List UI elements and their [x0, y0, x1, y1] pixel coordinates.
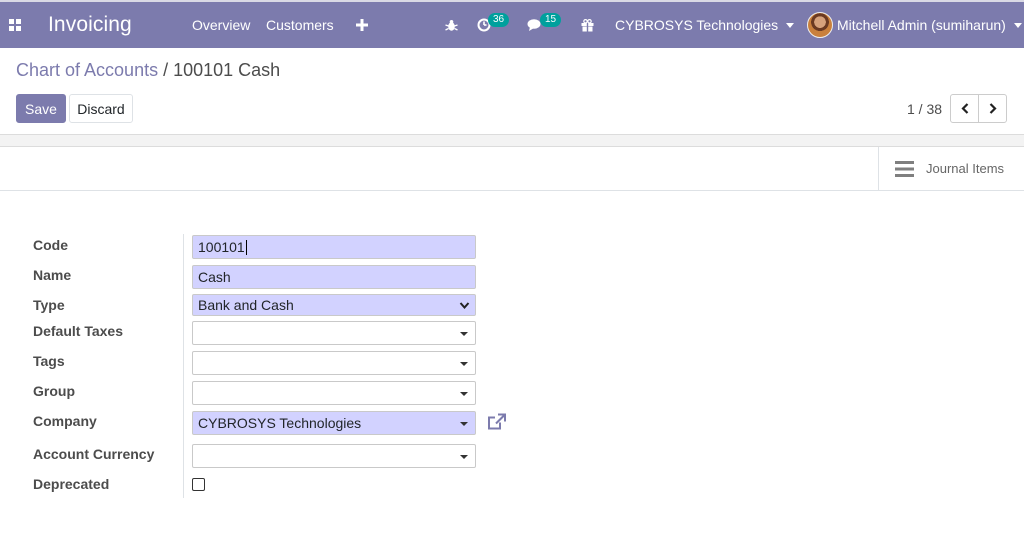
save-button[interactable]: Save [16, 94, 66, 123]
app-title[interactable]: Invoicing [48, 2, 132, 48]
tags-label: Tags [33, 353, 65, 369]
dropdown-caret-icon [460, 392, 468, 396]
type-label: Type [33, 297, 65, 313]
external-link-icon[interactable] [487, 413, 507, 431]
user-menu[interactable]: Mitchell Admin (sumiharun) [837, 2, 1022, 48]
group-field[interactable] [192, 381, 476, 405]
chevron-down-icon [786, 22, 795, 28]
journal-items-label: Journal Items [926, 161, 1005, 176]
tags-field[interactable] [192, 351, 476, 375]
user-name: Mitchell Admin (sumiharun) [837, 17, 1006, 33]
account-currency-field[interactable] [192, 444, 476, 468]
company-name: CYBROSYS Technologies [615, 17, 779, 33]
company-value: CYBROSYS Technologies [198, 415, 362, 431]
breadcrumb: Chart of Accounts/100101 Cash [16, 60, 280, 81]
chevron-left-icon [960, 103, 968, 114]
list-icon [895, 160, 914, 177]
account-currency-label: Account Currency [33, 446, 155, 462]
pager-next-button[interactable] [978, 94, 1007, 123]
activity-count-badge: 36 [488, 13, 510, 27]
breadcrumb-separator: / [163, 60, 169, 80]
user-avatar[interactable] [807, 12, 833, 38]
chevron-down-icon [1013, 22, 1022, 28]
discard-button[interactable]: Discard [69, 94, 133, 123]
deprecated-checkbox[interactable] [192, 478, 205, 491]
menu-customers[interactable]: Customers [266, 2, 334, 48]
dropdown-caret-icon [460, 422, 468, 426]
name-field[interactable]: Cash [192, 265, 476, 289]
smart-button-box: Journal Items [0, 147, 1024, 191]
apps-menu-icon[interactable] [9, 2, 25, 48]
menu-overview[interactable]: Overview [192, 2, 250, 48]
company-field[interactable]: CYBROSYS Technologies [192, 411, 476, 435]
form-statusbar [0, 134, 1024, 147]
company-label: Company [33, 413, 97, 429]
dropdown-caret-icon [460, 332, 468, 336]
breadcrumb-parent[interactable]: Chart of Accounts [16, 60, 158, 80]
type-select[interactable]: Bank and Cash [192, 294, 476, 316]
group-label: Group [33, 383, 75, 399]
code-field[interactable]: 100101 [192, 235, 476, 259]
code-label: Code [33, 237, 68, 253]
breadcrumb-current: 100101 Cash [173, 60, 281, 80]
default-taxes-label: Default Taxes [33, 323, 123, 339]
text-cursor [245, 239, 247, 255]
top-navbar: Invoicing Overview Customers 36 15 CYBRO… [0, 0, 1024, 48]
plus-icon[interactable] [356, 2, 368, 48]
pager-value[interactable]: 1 / 38 [907, 101, 942, 117]
chevron-right-icon [989, 103, 997, 114]
deprecated-label: Deprecated [33, 476, 110, 492]
pager-previous-button[interactable] [950, 94, 979, 123]
journal-items-button[interactable]: Journal Items [878, 147, 1024, 190]
company-switcher[interactable]: CYBROSYS Technologies [615, 2, 795, 48]
messages-count-badge: 15 [540, 13, 562, 27]
dropdown-caret-icon [460, 362, 468, 366]
default-taxes-field[interactable] [192, 321, 476, 345]
chat-icon[interactable] [527, 2, 543, 48]
bug-icon[interactable] [445, 2, 458, 48]
type-value: Bank and Cash [198, 297, 294, 313]
name-value: Cash [198, 269, 231, 285]
name-label: Name [33, 267, 72, 283]
gift-icon[interactable] [581, 2, 594, 48]
chevron-down-icon [459, 302, 470, 310]
clock-icon[interactable] [477, 2, 491, 48]
dropdown-caret-icon [460, 455, 468, 459]
label-divider [183, 234, 184, 498]
code-value: 100101 [198, 239, 245, 255]
